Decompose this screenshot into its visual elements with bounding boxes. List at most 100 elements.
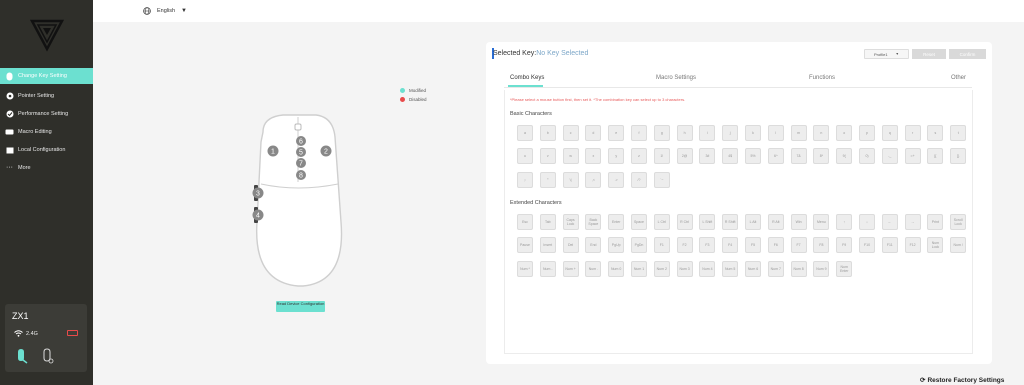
extended-character-key[interactable]: Num 3 (676, 261, 693, 277)
basic-character-key[interactable]: r (904, 125, 921, 141)
basic-character-key[interactable]: i (699, 125, 716, 141)
basic-character-key[interactable]: 8* (813, 148, 830, 164)
extended-character-key[interactable]: F3 (699, 237, 716, 253)
extended-character-key[interactable]: Enter (608, 214, 625, 230)
extended-character-key[interactable]: Caps Lock (562, 214, 579, 230)
basic-character-key[interactable]: y (608, 148, 625, 164)
basic-character-key[interactable]: l (767, 125, 784, 141)
mouse-button-7[interactable]: 7 (296, 158, 306, 168)
basic-character-key[interactable]: d (585, 125, 602, 141)
extended-character-key[interactable]: Num 6 (745, 261, 761, 277)
extended-character-key[interactable]: Esc (517, 214, 533, 230)
extended-character-key[interactable]: Insert (539, 237, 556, 253)
extended-character-key[interactable]: Scroll Lock (950, 214, 967, 230)
basic-character-key[interactable]: c (562, 125, 579, 141)
tab-combo-keys[interactable]: Combo Keys (510, 75, 544, 81)
basic-character-key[interactable]: 3# (699, 148, 716, 164)
extended-character-key[interactable]: Num + (562, 261, 579, 277)
extended-character-key[interactable]: ↓ (859, 214, 875, 230)
tab-functions[interactable]: Functions (809, 75, 835, 81)
extended-character-key[interactable]: Num 5 (722, 261, 739, 277)
sidebar-item-local-configuration[interactable]: Local Configuration (0, 142, 93, 158)
extended-character-key[interactable]: Num Enter (836, 261, 853, 277)
extended-character-key[interactable]: Print (927, 214, 944, 230)
basic-character-key[interactable]: g (653, 125, 670, 141)
basic-character-key[interactable]: `~ (653, 172, 670, 188)
language-selector[interactable]: English ▼ (143, 7, 187, 15)
extended-character-key[interactable]: F12 (904, 237, 921, 253)
extended-character-key[interactable]: Pause (517, 237, 533, 253)
sidebar-item-change-key-setting[interactable]: Change Key Setting (0, 68, 93, 84)
mouse-button-5[interactable]: 5 (296, 147, 306, 157)
restore-factory-settings-button[interactable]: ⟳ Restore Factory Settings (920, 376, 1004, 385)
basic-character-key[interactable]: 7& (790, 148, 807, 164)
extended-character-key[interactable]: Num / (950, 237, 967, 253)
extended-character-key[interactable]: F2 (676, 237, 693, 253)
tab-other[interactable]: Other (951, 75, 966, 81)
extended-character-key[interactable]: R Shift (722, 214, 739, 230)
basic-character-key[interactable]: -_ (881, 148, 898, 164)
extended-character-key[interactable]: Back Space (585, 214, 602, 230)
extended-character-key[interactable]: Num - (539, 261, 556, 277)
extended-character-key[interactable]: ← (881, 214, 898, 230)
extended-character-key[interactable]: Num * (517, 261, 533, 277)
basic-character-key[interactable]: x (585, 148, 602, 164)
extended-character-key[interactable]: Num 4 (699, 261, 716, 277)
basic-character-key[interactable]: 2@ (676, 148, 693, 164)
basic-character-key[interactable]: v (539, 148, 556, 164)
extended-character-key[interactable]: PgDn (631, 237, 647, 253)
extended-character-key[interactable]: F8 (813, 237, 830, 253)
extended-character-key[interactable]: F4 (722, 237, 739, 253)
mouse-button-3[interactable]: 3 (252, 187, 264, 199)
extended-character-key[interactable]: → (904, 214, 921, 230)
confirm-button[interactable]: Confirm (949, 49, 986, 59)
extended-character-key[interactable]: F9 (836, 237, 853, 253)
basic-character-key[interactable]: =+ (904, 148, 921, 164)
basic-character-key[interactable]: o (836, 125, 853, 141)
mouse-button-6[interactable]: 6 (296, 136, 306, 146)
extended-character-key[interactable]: Num 7 (767, 261, 784, 277)
basic-character-key[interactable]: s (927, 125, 944, 141)
basic-character-key[interactable]: 4$ (722, 148, 739, 164)
basic-character-key[interactable]: 9( (836, 148, 853, 164)
basic-character-key[interactable]: ;: (517, 172, 533, 188)
extended-character-key[interactable]: F10 (859, 237, 875, 253)
extended-character-key[interactable]: Win (790, 214, 807, 230)
basic-character-key[interactable]: a (517, 125, 533, 141)
basic-character-key[interactable]: '" (539, 172, 556, 188)
mouse-button-1[interactable]: 1 (267, 145, 279, 157)
basic-character-key[interactable]: z (631, 148, 647, 164)
extended-character-key[interactable]: ↑ (836, 214, 853, 230)
reset-button[interactable]: Reset (912, 49, 946, 59)
mouse-mode-icon[interactable] (15, 348, 28, 364)
mouse-button-2[interactable]: 2 (320, 145, 332, 157)
extended-character-key[interactable]: Space (631, 214, 647, 230)
extended-character-key[interactable]: Num 2 (653, 261, 670, 277)
basic-character-key[interactable]: 1! (653, 148, 670, 164)
basic-character-key[interactable]: m (790, 125, 807, 141)
basic-character-key[interactable]: ]} (950, 148, 967, 164)
basic-character-key[interactable]: h (676, 125, 693, 141)
basic-character-key[interactable]: \| (562, 172, 579, 188)
basic-character-key[interactable]: w (562, 148, 579, 164)
extended-character-key[interactable]: R Ctrl (676, 214, 693, 230)
extended-character-key[interactable]: F6 (767, 237, 784, 253)
extended-character-key[interactable]: Menu (813, 214, 830, 230)
sidebar-item-more[interactable]: ··· More (0, 160, 93, 176)
extended-character-key[interactable]: F11 (881, 237, 898, 253)
extended-character-key[interactable]: Num Lock (927, 237, 944, 253)
extended-character-key[interactable]: R Alt (767, 214, 784, 230)
extended-character-key[interactable]: Num . (585, 261, 602, 277)
basic-character-key[interactable]: q (881, 125, 898, 141)
extended-character-key[interactable]: Tab (539, 214, 556, 230)
basic-character-key[interactable]: b (539, 125, 556, 141)
extended-character-key[interactable]: End (585, 237, 602, 253)
basic-character-key[interactable]: f (631, 125, 647, 141)
basic-character-key[interactable]: t (950, 125, 967, 141)
basic-character-key[interactable]: 6^ (767, 148, 784, 164)
extended-character-key[interactable]: Num 9 (813, 261, 830, 277)
basic-character-key[interactable]: 5% (745, 148, 761, 164)
extended-character-key[interactable]: Num 8 (790, 261, 807, 277)
extended-character-key[interactable]: Num 0 (608, 261, 625, 277)
basic-character-key[interactable]: 0) (859, 148, 875, 164)
